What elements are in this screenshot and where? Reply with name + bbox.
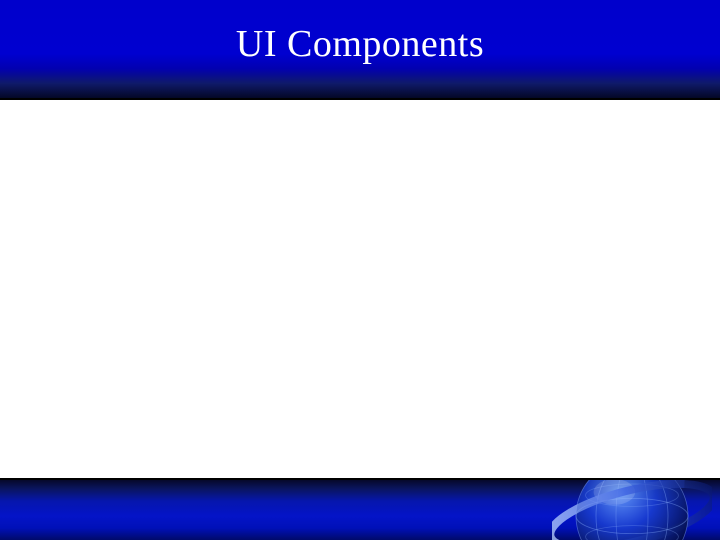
slide-footer (0, 478, 720, 540)
slide: UI Components (0, 0, 720, 540)
slide-header: UI Components (0, 0, 720, 100)
globe-icon (552, 478, 712, 540)
slide-title: UI Components (230, 22, 490, 66)
